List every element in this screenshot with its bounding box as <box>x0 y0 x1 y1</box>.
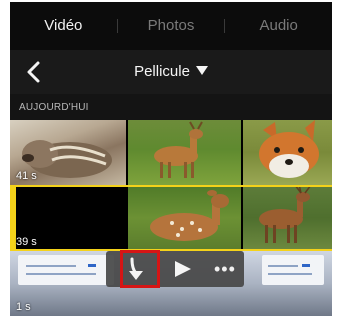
clip-duration: 41 s <box>16 170 37 182</box>
clip-action-toolbar: ••• <box>106 251 244 287</box>
screenshot-tile <box>262 255 324 285</box>
clip-row[interactable]: 41 s <box>10 120 332 185</box>
fawn-illustration <box>150 190 229 241</box>
down-arrow-icon <box>129 257 143 280</box>
boar-piglet-image: 41 s <box>10 120 126 185</box>
deer-in-grass-image <box>128 120 241 185</box>
tab-audio[interactable]: Audio <box>225 2 332 50</box>
import-button[interactable] <box>116 251 156 287</box>
fox-face-image <box>243 120 332 185</box>
fox-illustration <box>259 120 319 178</box>
more-button[interactable]: ••• <box>206 251 246 287</box>
screenshot-line <box>26 273 96 275</box>
clip-row-selected[interactable]: 39 s <box>10 185 332 251</box>
section-header: AUJOURD'HUI <box>10 94 332 120</box>
screenshot-accent <box>302 264 310 267</box>
triangle-down-icon <box>195 66 208 75</box>
album-selector[interactable]: Pellicule <box>10 63 332 80</box>
screenshot-tile <box>18 255 114 285</box>
clip-duration: 39 s <box>16 236 37 248</box>
screenshot-line <box>268 273 312 275</box>
tab-video[interactable]: Vidéo <box>10 2 117 50</box>
tab-photos[interactable]: Photos <box>118 2 225 50</box>
deer-illustration <box>154 121 203 178</box>
screenshot-line <box>26 265 76 267</box>
play-icon <box>175 261 191 277</box>
navigation-bar: Pellicule <box>10 50 332 94</box>
clip-duration: 1 s <box>16 301 31 313</box>
album-title: Pellicule <box>134 63 190 80</box>
screenshot-accent <box>88 264 96 267</box>
app-screen: Vidéo Photos Audio Pellicule AUJOURD'HUI <box>10 2 332 316</box>
media-tabs: Vidéo Photos Audio <box>10 2 332 50</box>
more-dots-icon: ••• <box>214 259 236 279</box>
black-clip-image: 39 s <box>10 185 126 251</box>
fawn-image <box>128 185 241 251</box>
deer-illustration <box>259 185 312 243</box>
play-button[interactable] <box>163 251 203 287</box>
screenshot-line <box>268 265 298 267</box>
deer-standing-image <box>243 185 332 251</box>
